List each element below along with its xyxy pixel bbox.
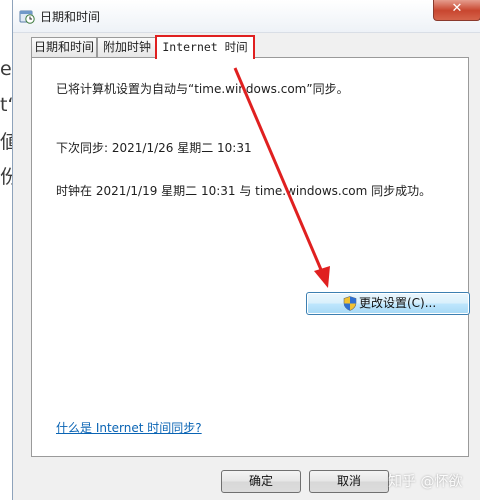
cancel-button[interactable]: 取消 [309, 470, 389, 493]
close-icon: ✕ [451, 1, 463, 16]
tab-date-time[interactable]: 日期和时间 [31, 37, 97, 57]
next-sync-text: 下次同步: 2021/1/26 星期二 10:31 [56, 141, 252, 155]
clock-icon [19, 10, 35, 24]
window-title: 日期和时间 [40, 10, 101, 24]
uac-shield-icon [343, 296, 357, 311]
tab-additional-clocks[interactable]: 附加时钟 [97, 37, 157, 57]
sync-info-text: 已将计算机设置为自动与“time.windows.com”同步。 [56, 82, 349, 96]
last-sync-text: 时钟在 2021/1/19 星期二 10:31 与 time.windows.c… [56, 184, 432, 198]
help-link[interactable]: 什么是 Internet 时间同步? [56, 419, 202, 436]
tab-panel: 已将计算机设置为自动与“time.windows.com”同步。 下次同步: 2… [31, 57, 470, 457]
tab-internet-time[interactable]: Internet 时间 [155, 35, 255, 59]
date-time-dialog: 日期和时间 ✕ 日期和时间 附加时钟 Internet 时间 已将计算机设置为自… [12, 0, 480, 500]
ok-button[interactable]: 确定 [221, 470, 301, 493]
change-settings-label: 更改设置(C)... [359, 296, 437, 310]
watermark: 知乎 @怀欲 [388, 474, 463, 490]
close-button[interactable]: ✕ [433, 0, 480, 21]
title-bar[interactable]: 日期和时间 ✕ [13, 0, 480, 33]
change-settings-button[interactable]: 更改设置(C)... [306, 292, 470, 315]
